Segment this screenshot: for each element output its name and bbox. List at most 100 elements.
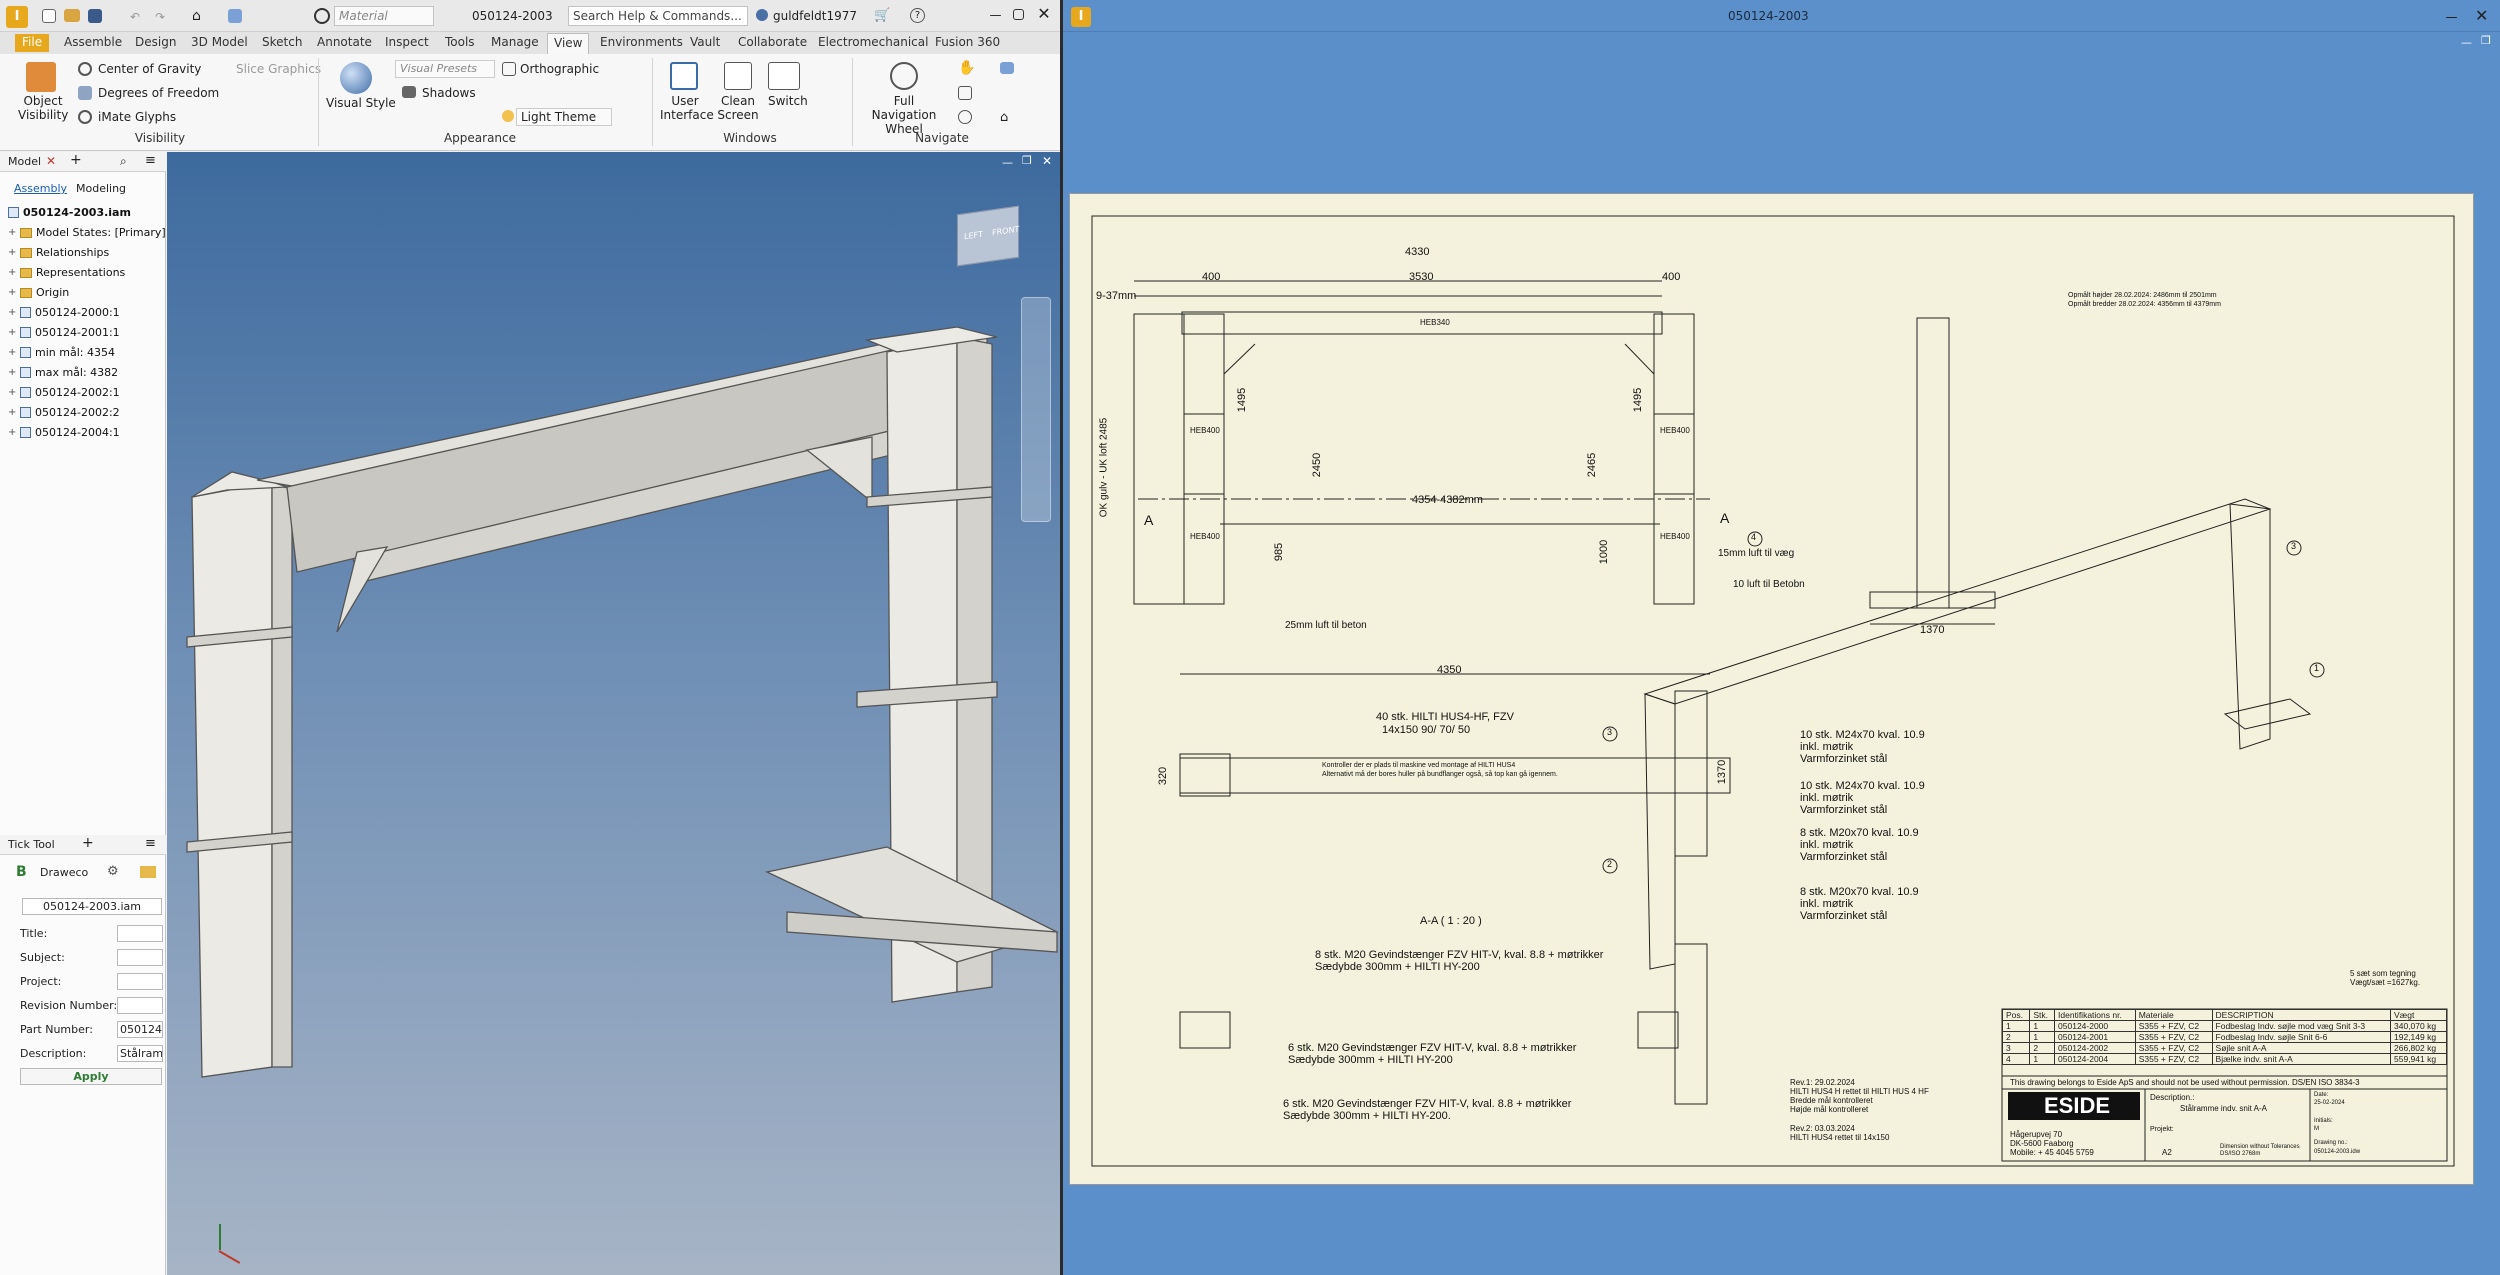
- inventor-logo-icon[interactable]: I: [6, 6, 28, 28]
- folder-open-icon[interactable]: [140, 866, 156, 878]
- visual-style-icon[interactable]: [340, 62, 372, 94]
- switch-icon[interactable]: [768, 62, 800, 90]
- drawing-restore-icon[interactable]: ❐: [2481, 34, 2491, 47]
- home-icon[interactable]: ⌂: [192, 8, 208, 24]
- user-icon[interactable]: [756, 9, 768, 21]
- visual-style-button[interactable]: Visual Style: [326, 96, 396, 110]
- tab-3d-model[interactable]: 3D Model: [191, 35, 248, 49]
- tab-annotate[interactable]: Annotate: [317, 35, 372, 49]
- section-note-8-a: 8 stk. M20 Gevindstænger FZV HIT-V, kval…: [1315, 949, 1604, 961]
- viewcube-front-label[interactable]: FRONT: [992, 225, 1019, 238]
- cart-icon[interactable]: 🛒: [874, 8, 890, 23]
- tree-item[interactable]: + Relationships: [8, 246, 109, 259]
- maximize-icon[interactable]: [1013, 9, 1024, 20]
- save-icon[interactable]: [88, 9, 102, 23]
- viewcube[interactable]: LEFT FRONT: [957, 205, 1019, 267]
- tree-item[interactable]: +050124-2002:1: [8, 386, 120, 399]
- user-name[interactable]: guldfeldt1977: [773, 9, 857, 23]
- material-icon[interactable]: [314, 8, 330, 24]
- drawing-sheet[interactable]: 4330 400 3530 400 9-37mm HEB340 HEB400 H…: [1069, 193, 2474, 1185]
- slice-graphics-button[interactable]: Slice Graphics: [236, 62, 321, 76]
- tab-electromechanical[interactable]: Electromechanical: [818, 35, 928, 49]
- open-icon[interactable]: [64, 9, 80, 22]
- menu-icon[interactable]: ≡: [145, 836, 156, 851]
- pan-icon[interactable]: ✋: [958, 60, 975, 76]
- tree-item[interactable]: + min mål: 4354: [8, 346, 115, 359]
- orbit-icon[interactable]: [958, 110, 972, 124]
- tree-item[interactable]: + Model States: [Primary]: [8, 226, 166, 239]
- zoom-icon[interactable]: [958, 86, 972, 100]
- orthographic-button[interactable]: Orthographic: [520, 62, 599, 76]
- home-view-icon[interactable]: ⌂: [1000, 110, 1014, 125]
- tab-inspect[interactable]: Inspect: [385, 35, 429, 49]
- tree-item[interactable]: + Origin: [8, 286, 69, 299]
- search-help-input[interactable]: Search Help & Commands...: [568, 6, 748, 26]
- object-visibility-button[interactable]: Object Visibility: [18, 94, 68, 122]
- clean-screen-button[interactable]: Clean Screen: [716, 94, 760, 122]
- inventor-logo-icon[interactable]: I: [1071, 7, 1091, 27]
- update-icon[interactable]: [228, 9, 242, 23]
- subject-field[interactable]: [117, 949, 163, 966]
- clean-screen-icon[interactable]: [724, 62, 752, 90]
- center-of-gravity-button[interactable]: Center of Gravity: [98, 62, 201, 76]
- user-interface-icon[interactable]: [670, 62, 698, 90]
- help-icon[interactable]: ?: [910, 8, 925, 23]
- apply-button[interactable]: Apply: [20, 1068, 162, 1085]
- tab-file[interactable]: File: [15, 34, 50, 52]
- search-icon[interactable]: ⌕: [120, 154, 127, 169]
- menu-icon[interactable]: ≡: [145, 153, 156, 168]
- tab-manage[interactable]: Manage: [491, 35, 539, 49]
- view-face-icon[interactable]: [1000, 62, 1014, 74]
- viewcube-left-label[interactable]: LEFT: [964, 230, 983, 242]
- part-number-field[interactable]: 050124-: [117, 1021, 163, 1038]
- minimize-icon[interactable]: [2446, 17, 2457, 18]
- settings-icon[interactable]: ⚙: [107, 864, 119, 879]
- object-visibility-icon[interactable]: [26, 62, 56, 92]
- tab-assembly[interactable]: Assembly: [14, 182, 67, 195]
- tree-root[interactable]: 050124-2003.iam: [8, 206, 131, 219]
- tab-fusion-360[interactable]: Fusion 360: [935, 35, 1000, 49]
- imate-glyphs-button[interactable]: iMate Glyphs: [98, 110, 176, 124]
- revision-field[interactable]: [117, 997, 163, 1014]
- description-field[interactable]: Stålramm: [117, 1045, 163, 1062]
- switch-button[interactable]: Switch: [768, 94, 808, 108]
- close-icon[interactable]: ✕: [1036, 4, 1052, 23]
- tree-item[interactable]: + max mål: 4382: [8, 366, 118, 379]
- tree-item[interactable]: +050124-2001:1: [8, 326, 120, 339]
- degrees-of-freedom-button[interactable]: Degrees of Freedom: [98, 86, 219, 100]
- tab-view[interactable]: View: [547, 33, 590, 54]
- close-browser-icon[interactable]: ✕: [46, 154, 56, 168]
- title-field[interactable]: [117, 925, 163, 942]
- new-icon[interactable]: [42, 9, 56, 23]
- close-icon[interactable]: ✕: [2475, 6, 2488, 25]
- navigation-bar[interactable]: [1021, 297, 1051, 522]
- undo-icon[interactable]: ↶: [130, 10, 144, 24]
- full-navigation-wheel-button[interactable]: Full Navigation Wheel: [860, 94, 948, 136]
- tab-environments[interactable]: Environments: [600, 35, 683, 49]
- tab-vault[interactable]: Vault: [690, 35, 720, 49]
- redo-icon[interactable]: ↷: [155, 10, 169, 24]
- part-number-label: Part Number:: [20, 1023, 93, 1036]
- tab-sketch[interactable]: Sketch: [262, 35, 302, 49]
- add-tab-icon[interactable]: +: [70, 152, 82, 168]
- project-field[interactable]: [117, 973, 163, 990]
- navigation-wheel-icon[interactable]: [890, 62, 918, 90]
- tab-design[interactable]: Design: [135, 35, 176, 49]
- drawing-minimize-icon[interactable]: —: [2461, 36, 2472, 49]
- tree-item[interactable]: +050124-2000:1: [8, 306, 120, 319]
- tree-item[interactable]: +050124-2004:1: [8, 426, 120, 439]
- tab-assemble[interactable]: Assemble: [64, 35, 122, 49]
- tab-modeling[interactable]: Modeling: [76, 182, 126, 195]
- 3d-viewport[interactable]: — ❐ ✕ LEFT FRONT: [167, 152, 1060, 1275]
- shadows-button[interactable]: Shadows: [422, 86, 476, 100]
- tab-collaborate[interactable]: Collaborate: [738, 35, 807, 49]
- tab-tools[interactable]: Tools: [445, 35, 475, 49]
- material-dropdown[interactable]: Material: [334, 6, 434, 26]
- tree-item[interactable]: +050124-2002:2: [8, 406, 120, 419]
- tree-item[interactable]: + Representations: [8, 266, 125, 279]
- light-theme-dropdown[interactable]: Light Theme: [516, 108, 612, 126]
- user-interface-button[interactable]: User Interface: [660, 94, 714, 122]
- minimize-icon[interactable]: [990, 15, 1001, 16]
- add-tab-icon[interactable]: +: [82, 835, 94, 851]
- visual-presets-dropdown[interactable]: Visual Presets: [395, 60, 495, 78]
